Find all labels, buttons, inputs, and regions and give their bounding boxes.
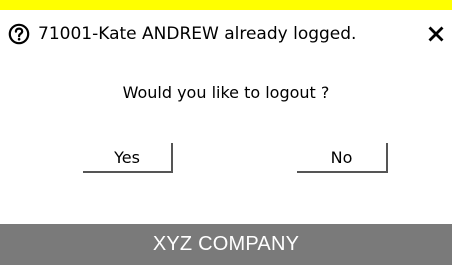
no-button[interactable]: No: [297, 143, 388, 173]
accent-bar: [0, 0, 452, 10]
dialog-header: 71001-Kate ANDREW already logged.: [8, 22, 444, 46]
logout-confirm-dialog: 71001-Kate ANDREW already logged. Would …: [0, 0, 452, 265]
dialog-title: 71001-Kate ANDREW already logged.: [38, 24, 357, 44]
yes-button[interactable]: Yes: [83, 143, 173, 173]
question-circle-icon: [8, 23, 30, 45]
company-footer: XYZ COMPANY: [0, 224, 452, 265]
logout-prompt: Would you like to logout ?: [122, 83, 330, 102]
close-icon[interactable]: [428, 26, 444, 42]
